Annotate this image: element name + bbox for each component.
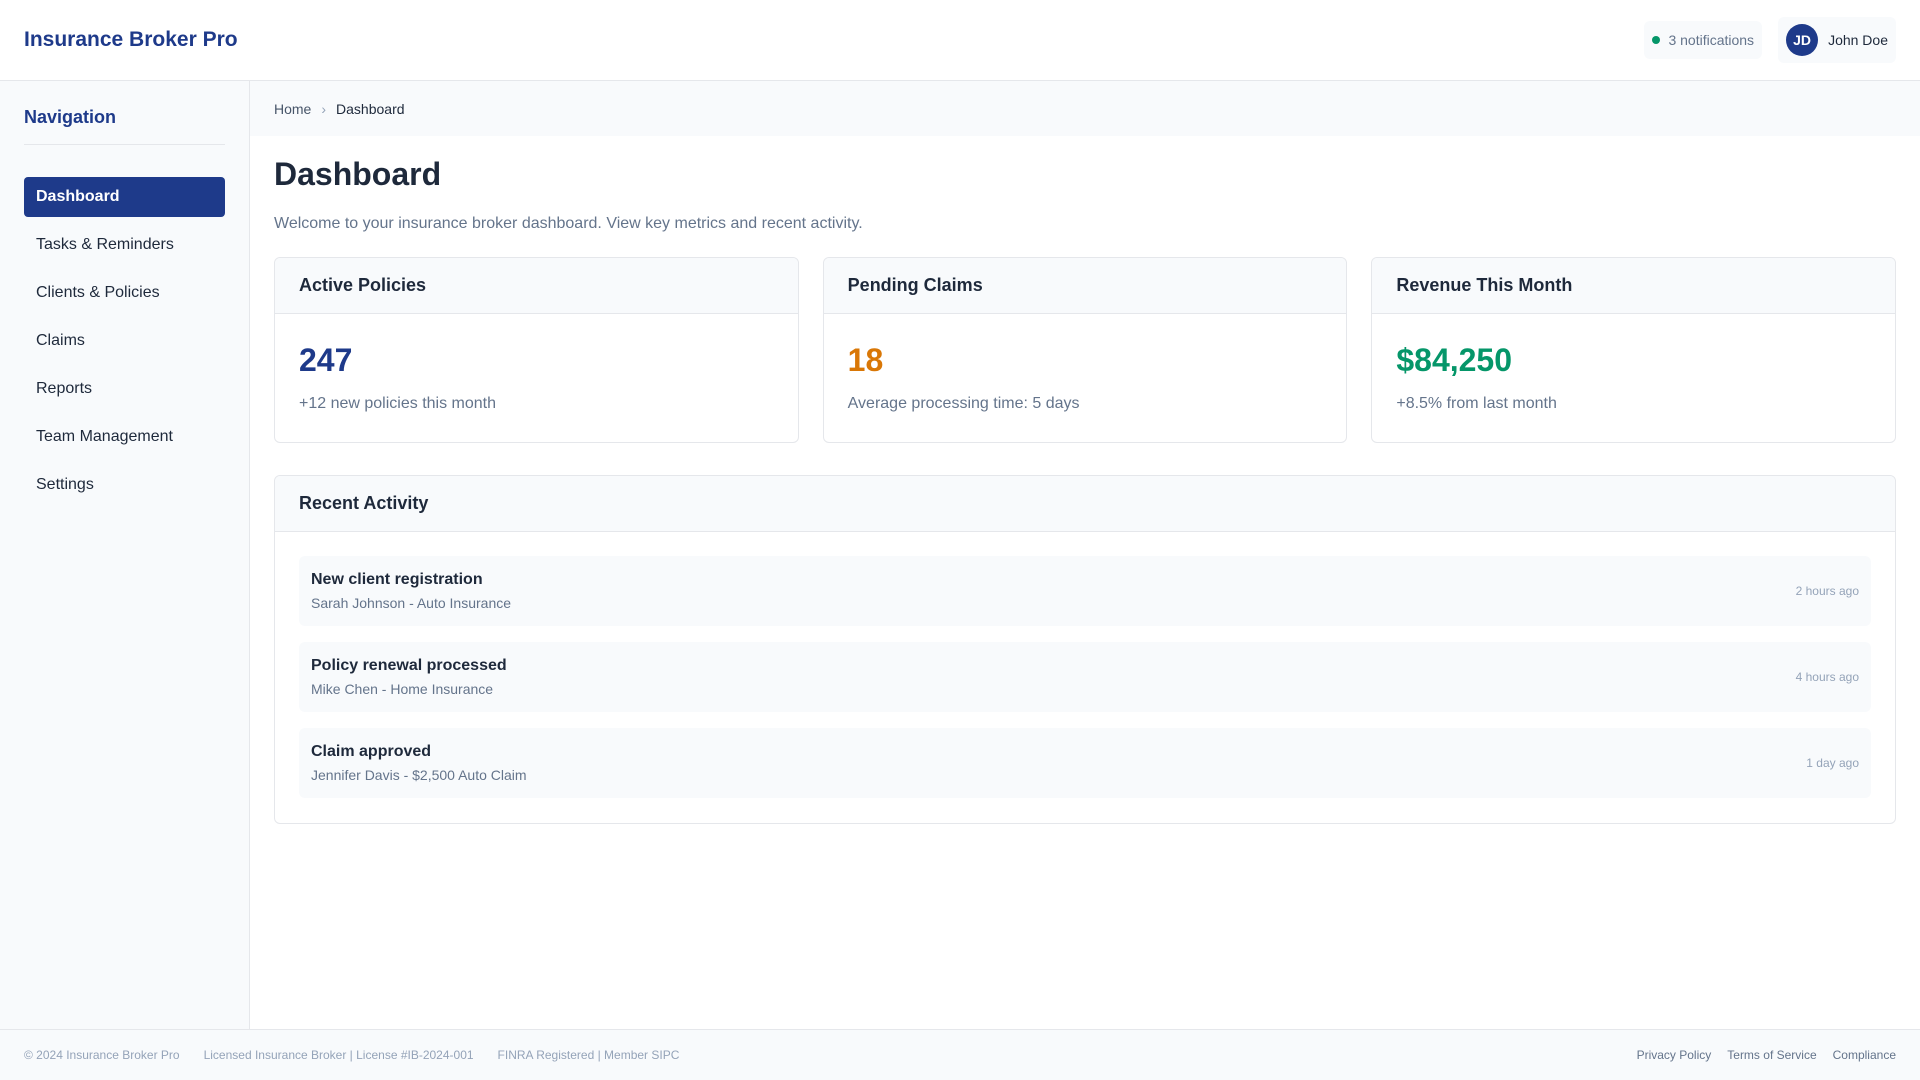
metric-value: $84,250 — [1396, 342, 1513, 378]
metric-card-revenue: Revenue This Month $84,250 +8.5% from la… — [1371, 257, 1897, 443]
activity-list: New client registration Sarah Johnson - … — [275, 532, 1895, 822]
breadcrumb: Home › Dashboard — [250, 81, 1920, 136]
main-content: Dashboard Welcome to your insurance brok… — [250, 136, 1920, 824]
footer-info: © 2024 Insurance Broker Pro Licensed Ins… — [24, 1048, 679, 1062]
activity-timestamp: 2 hours ago — [1795, 584, 1859, 598]
footer-copyright: © 2024 Insurance Broker Pro — [24, 1048, 180, 1062]
card-title: Revenue This Month — [1372, 258, 1896, 314]
breadcrumb-separator: › — [321, 100, 327, 117]
activity-item[interactable]: New client registration Sarah Johnson - … — [299, 556, 1871, 626]
breadcrumb-current: Dashboard — [336, 100, 405, 117]
activity-description: Jennifer Davis - $2,500 Auto Claim — [311, 767, 527, 783]
activity-description: Sarah Johnson - Auto Insurance — [311, 595, 512, 611]
sidebar-item-reports[interactable]: Reports — [24, 369, 225, 409]
footer-link-privacy[interactable]: Privacy Policy — [1637, 1048, 1712, 1062]
metric-cards: Active Policies 247 +12 new policies thi… — [274, 257, 1897, 443]
sidebar-item-dashboard[interactable]: Dashboard — [24, 177, 225, 217]
sidebar-title: Navigation — [24, 105, 225, 145]
activity-description: Mike Chen - Home Insurance — [311, 681, 494, 697]
footer-registration: FINRA Registered | Member SIPC — [497, 1048, 680, 1062]
top-header: Insurance Broker Pro 3 notifications JD … — [0, 0, 1920, 81]
activity-title: Claim approved — [311, 743, 432, 760]
notifications-button[interactable]: 3 notifications — [1644, 21, 1763, 59]
metric-value: 247 — [299, 342, 353, 378]
activity-title: New client registration — [311, 571, 483, 588]
footer: © 2024 Insurance Broker Pro Licensed Ins… — [0, 1029, 1920, 1080]
footer-links: Privacy Policy Terms of Service Complian… — [1637, 1048, 1896, 1062]
metric-subtext: +12 new policies this month — [299, 395, 496, 412]
notifications-label: 3 notifications — [1668, 32, 1755, 48]
page-subtitle: Welcome to your insurance broker dashboa… — [274, 215, 863, 232]
activity-title: Policy renewal processed — [311, 657, 507, 674]
app-brand[interactable]: Insurance Broker Pro — [24, 28, 238, 52]
activity-timestamp: 4 hours ago — [1795, 670, 1859, 684]
page-title: Dashboard — [274, 156, 442, 192]
sidebar-item-settings[interactable]: Settings — [24, 465, 225, 505]
metric-card-pending-claims: Pending Claims 18 Average processing tim… — [822, 257, 1348, 443]
footer-link-compliance[interactable]: Compliance — [1833, 1048, 1896, 1062]
sidebar-item-claims[interactable]: Claims — [24, 321, 225, 361]
breadcrumb-home-link[interactable]: Home — [274, 101, 311, 117]
card-title: Active Policies — [275, 258, 798, 314]
metric-card-active-policies: Active Policies 247 +12 new policies thi… — [274, 257, 799, 443]
recent-activity-panel: Recent Activity New client registration … — [274, 475, 1896, 824]
metric-subtext: Average processing time: 5 days — [847, 395, 1080, 412]
activity-timestamp: 1 day ago — [1806, 756, 1859, 770]
sidebar-item-clients-policies[interactable]: Clients & Policies — [24, 273, 225, 313]
activity-item[interactable]: Policy renewal processed Mike Chen - Hom… — [299, 642, 1871, 712]
header-actions: 3 notifications JD John Doe — [1644, 17, 1896, 63]
footer-license: Licensed Insurance Broker | License #IB-… — [203, 1048, 474, 1062]
footer-link-terms[interactable]: Terms of Service — [1727, 1048, 1816, 1062]
activity-item[interactable]: Claim approved Jennifer Davis - $2,500 A… — [299, 728, 1871, 798]
metric-value: 18 — [847, 342, 884, 378]
metric-subtext: +8.5% from last month — [1396, 395, 1557, 412]
user-menu[interactable]: JD John Doe — [1778, 17, 1896, 63]
status-dot-icon — [1652, 36, 1661, 44]
recent-activity-title: Recent Activity — [275, 476, 1895, 532]
sidebar-item-tasks-reminders[interactable]: Tasks & Reminders — [24, 225, 225, 265]
card-title: Pending Claims — [823, 258, 1347, 314]
user-name: John Doe — [1828, 32, 1888, 48]
sidebar: Navigation Dashboard Tasks & Reminders C… — [0, 81, 250, 1030]
sidebar-item-team-management[interactable]: Team Management — [24, 417, 225, 457]
avatar: JD — [1786, 24, 1819, 56]
